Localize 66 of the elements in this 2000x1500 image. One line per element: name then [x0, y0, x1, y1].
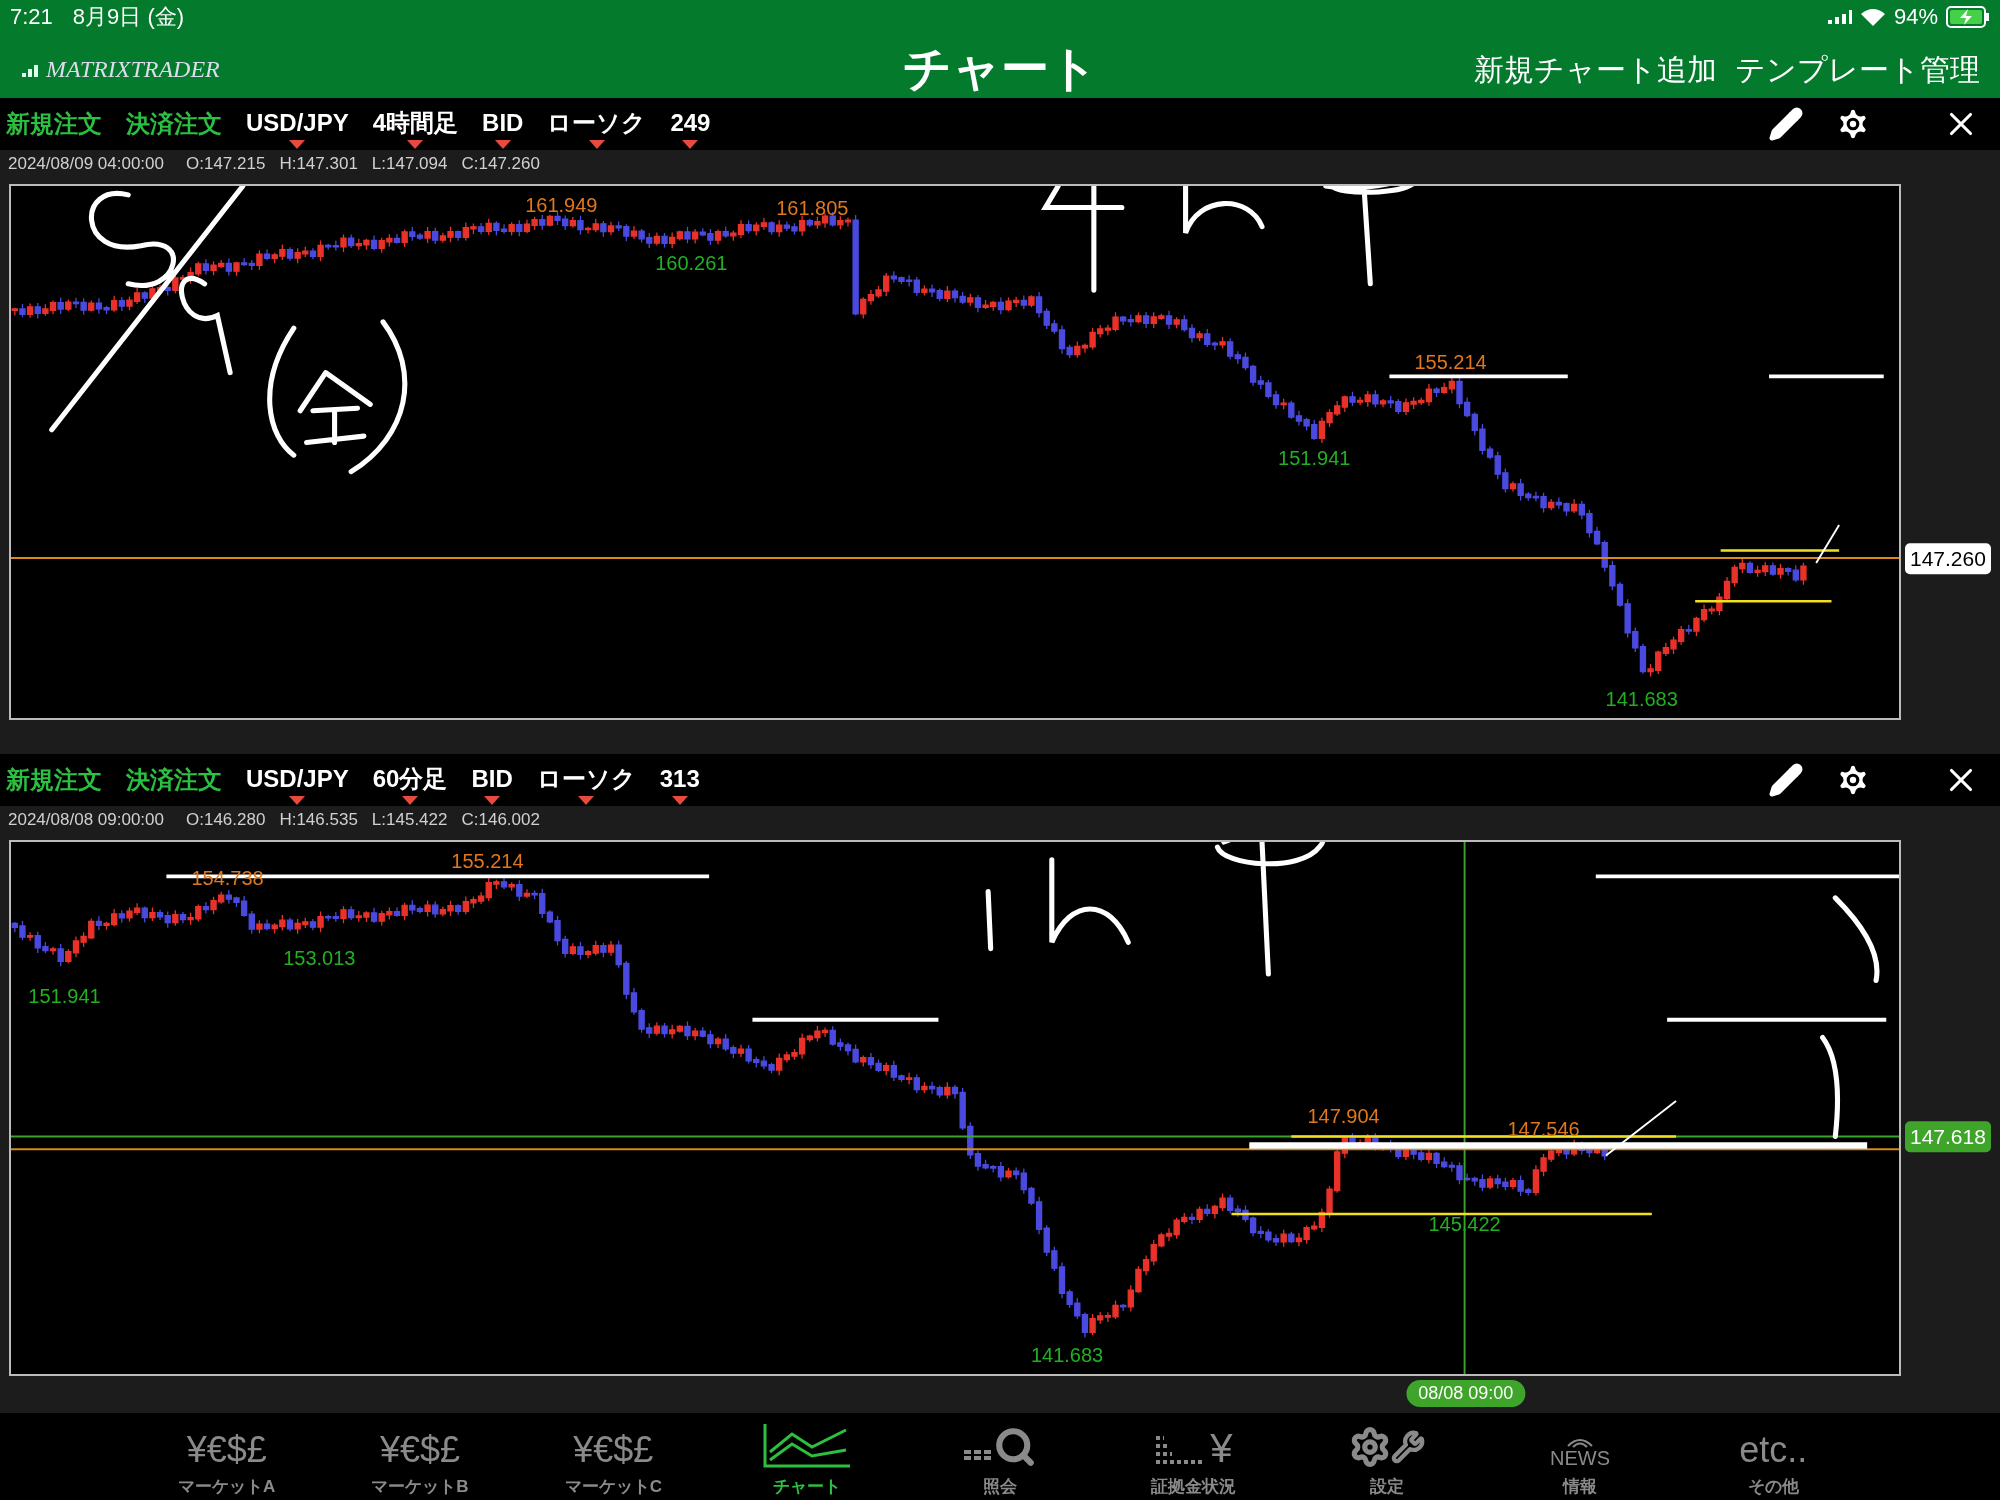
- dropdown-selector[interactable]: 313: [659, 755, 700, 805]
- price-tag: 147.618: [1905, 1121, 1991, 1153]
- ohlc-text: C:146.002: [461, 809, 540, 832]
- ohlc-text: O:147.215: [186, 153, 266, 176]
- dropdown-selector[interactable]: ローソク: [536, 755, 636, 805]
- currency-glyph-icon: ¥€$£: [186, 1432, 267, 1468]
- tab-bar-item[interactable]: 設定: [1290, 1413, 1484, 1500]
- order-button[interactable]: 決済注文: [126, 106, 222, 142]
- price-label: 155.214: [451, 849, 524, 875]
- wifi-icon: [1859, 6, 1886, 27]
- ohlc-text: O:146.280: [186, 809, 266, 832]
- status-time: 7:21: [10, 3, 53, 31]
- pencil-icon[interactable]: [1768, 106, 1804, 142]
- dropdown-selector[interactable]: 249: [670, 99, 711, 149]
- price-label: 151.941: [1278, 445, 1351, 471]
- order-button[interactable]: 新規注文: [6, 762, 102, 798]
- dropdown-selector[interactable]: ローソク: [547, 99, 647, 149]
- dropdown-selector[interactable]: BID: [482, 99, 524, 149]
- dropdown-selector[interactable]: 4時間足: [372, 99, 459, 149]
- price-label: 161.949: [525, 193, 598, 219]
- tab-bar-item[interactable]: ¥€$£ マーケットA: [130, 1413, 324, 1500]
- currency-glyph-icon: etc..: [1739, 1432, 1808, 1468]
- signal-icon: [1825, 7, 1852, 26]
- tab-bar-item[interactable]: チャート: [710, 1413, 904, 1500]
- price-label: 147.904: [1307, 1104, 1380, 1130]
- status-date: 8月9日 (金): [72, 3, 185, 31]
- tab-bar-item[interactable]: ¥€$£ マーケットB: [323, 1413, 517, 1500]
- dropdown-selector[interactable]: USD/JPY: [246, 755, 349, 805]
- ohlc-text: C:147.260: [461, 153, 540, 176]
- price-tag: 147.260: [1905, 543, 1991, 575]
- tab-bar-item[interactable]: ¥€$£ マーケットC: [516, 1413, 710, 1500]
- price-label: 160.261: [655, 251, 728, 277]
- dropdown-selector[interactable]: 60分足: [372, 755, 448, 805]
- price-label: 155.214: [1414, 350, 1487, 376]
- price-label: 147.546: [1507, 1116, 1580, 1142]
- battery-charging-icon: [1946, 5, 1990, 28]
- price-label: 153.013: [283, 945, 356, 971]
- tab-bar-item[interactable]: ¥ 証拠金状況: [1096, 1413, 1290, 1500]
- price-label: 141.683: [1605, 686, 1678, 712]
- currency-glyph-icon: ¥€$£: [379, 1432, 461, 1468]
- price-label: 151.941: [28, 983, 101, 1009]
- header-action-link[interactable]: 新規チャート追加: [1474, 46, 1717, 92]
- ohlc-text: H:147.301: [279, 153, 358, 176]
- tab-bar-item[interactable]: 照会: [903, 1413, 1097, 1500]
- ohlc-text: 2024/08/09 04:00:00: [8, 153, 164, 176]
- battery-percent: 94%: [1893, 3, 1938, 31]
- app-logo: MATRIXTRADER: [46, 55, 220, 84]
- order-button[interactable]: 新規注文: [6, 106, 102, 142]
- dropdown-selector[interactable]: BID: [471, 755, 513, 805]
- price-label: 141.683: [1030, 1342, 1104, 1368]
- tab-bar-item[interactable]: NEWS 情報: [1483, 1413, 1677, 1500]
- dropdown-selector[interactable]: USD/JPY: [246, 99, 349, 149]
- ohlc-text: L:147.094: [371, 153, 448, 176]
- header-action-link[interactable]: テンプレート管理: [1735, 46, 1980, 92]
- price-label: 161.805: [776, 195, 849, 221]
- search-icon: [964, 1426, 1036, 1468]
- ohlc-text: H:146.535: [279, 809, 358, 832]
- currency-glyph-icon: ¥€$£: [573, 1432, 654, 1468]
- ohlc-text: L:145.422: [371, 809, 448, 832]
- tab-bar-item[interactable]: etc.. その他: [1676, 1413, 1870, 1500]
- order-button[interactable]: 決済注文: [126, 762, 222, 798]
- pencil-icon[interactable]: [1768, 762, 1804, 798]
- line-chart-icon: [761, 1422, 852, 1468]
- time-tag: 08/08 09:00: [1406, 1380, 1526, 1407]
- ohlc-text: 2024/08/08 09:00:00: [8, 809, 164, 832]
- page-title: チャート: [901, 41, 1099, 97]
